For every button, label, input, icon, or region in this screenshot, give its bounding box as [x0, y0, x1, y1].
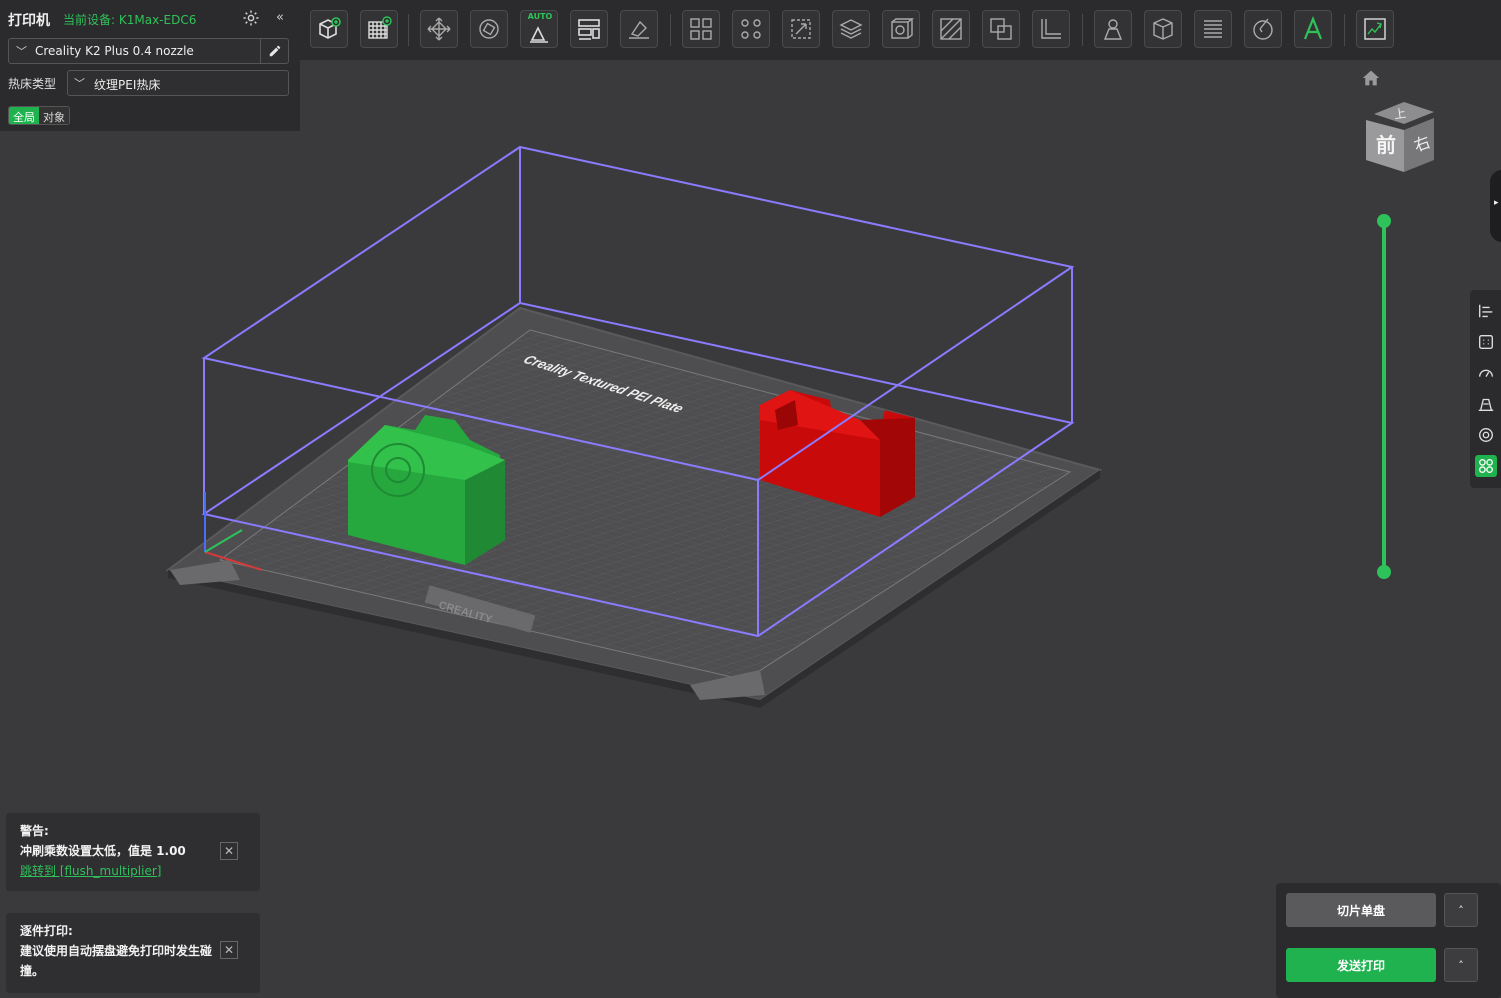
cut-icon [839, 19, 863, 39]
support-button[interactable] [1475, 393, 1497, 415]
lay-on-face-button[interactable] [620, 10, 658, 48]
add-object-button[interactable] [310, 10, 348, 48]
sequence-print-title: 逐件打印: [20, 924, 73, 938]
text-a-icon [1303, 16, 1323, 40]
sequence-print-body: 建议使用自动摆盘避免打印时发生碰撞。 [20, 944, 213, 978]
assembly-icon [1153, 18, 1173, 40]
layer-list-button[interactable] [1194, 10, 1232, 48]
layer-list-icon [1204, 20, 1222, 38]
warning-notification: 警告: 冲刷乘数设置太低，值是 1.00 跳转到 [flush_multipli… [6, 813, 260, 891]
sequence-print-notification: 逐件打印: 建议使用自动摆盘避免打印时发生碰撞。 ✕ [6, 913, 260, 993]
text-button[interactable] [1294, 10, 1332, 48]
nav-cube-front[interactable]: 前 [1376, 133, 1396, 157]
color-paint-icon [1253, 18, 1273, 40]
split-parts-icon [741, 19, 761, 39]
print-actions: 切片单盘 ˄ 发送打印 ˄ [1276, 883, 1501, 998]
clover-icon [1479, 459, 1493, 473]
nav-cube[interactable]: 上 前 右 [1364, 100, 1436, 174]
material-button[interactable] [1475, 424, 1497, 446]
boolean-icon [990, 18, 1012, 40]
move-arrows-icon [427, 17, 451, 41]
grid-select-button[interactable] [1475, 331, 1497, 353]
measure-button[interactable] [1032, 10, 1070, 48]
plate-grid-icon [368, 16, 392, 39]
printer-panel-title: 打印机 [8, 13, 50, 29]
warning-title: 警告: [20, 824, 49, 838]
scale-icon [791, 19, 811, 39]
color-paint-button[interactable] [1244, 10, 1282, 48]
split-parts-button[interactable] [732, 10, 770, 48]
lay-on-face-icon [629, 20, 649, 39]
multi-color-button[interactable] [1475, 455, 1497, 477]
close-icon[interactable]: ✕ [220, 842, 238, 860]
assembly-button[interactable] [1144, 10, 1182, 48]
emboss-button[interactable] [1094, 10, 1132, 48]
top-toolbar: AUTO [300, 0, 1501, 60]
grid-select-icon [1479, 335, 1493, 349]
side-tool-strip [1470, 290, 1501, 488]
home-icon[interactable] [1361, 69, 1381, 87]
cut-button[interactable] [832, 10, 870, 48]
auto-orient-button[interactable]: AUTO [520, 10, 558, 48]
speed-button[interactable] [1475, 362, 1497, 384]
current-device-label[interactable]: 当前设备: K1Max-EDC6 [63, 11, 196, 28]
rotate-button[interactable] [470, 10, 508, 48]
slice-options-button[interactable]: ˄ [1444, 893, 1478, 927]
send-print-button[interactable]: 发送打印 [1286, 948, 1436, 982]
emboss-icon [1103, 19, 1123, 40]
boolean-button[interactable] [982, 10, 1020, 48]
preview-toggle-button[interactable] [1356, 10, 1394, 48]
support-paint-icon [940, 18, 962, 40]
send-options-button[interactable]: ˄ [1444, 948, 1478, 982]
flush-multiplier-link[interactable]: 跳转到 [flush_multiplier] [20, 861, 246, 881]
hollow-button[interactable] [882, 10, 920, 48]
align-icon [1479, 304, 1493, 318]
arrange-button[interactable] [570, 10, 608, 48]
arrange-icon [578, 19, 600, 40]
move-button[interactable] [420, 10, 458, 48]
measure-icon [1041, 19, 1061, 39]
pencil-icon [269, 45, 280, 57]
scale-button[interactable] [782, 10, 820, 48]
add-cube-icon [319, 17, 341, 39]
gear-icon[interactable] [242, 9, 260, 27]
chevron-down-icon: ﹀ [16, 45, 27, 58]
hollow-icon [891, 18, 914, 39]
right-panel-toggle[interactable]: ▸ [1490, 170, 1501, 242]
layer-slider-bottom-handle[interactable] [1377, 565, 1391, 579]
auto-orient-icon [530, 26, 548, 43]
support-paint-button[interactable] [932, 10, 970, 48]
nav-cube-top[interactable]: 上 [1393, 106, 1407, 122]
printer-name: Creality K2 Plus 0.4 nozzle [35, 44, 194, 58]
close-icon[interactable]: ✕ [220, 941, 238, 959]
add-plate-button[interactable] [360, 10, 398, 48]
warning-body: 冲刷乘数设置太低，值是 1.00 [20, 844, 186, 858]
slice-plate-button[interactable]: 切片单盘 [1286, 893, 1436, 927]
auto-tag: AUTO [527, 12, 553, 21]
support-icon [1478, 398, 1494, 411]
layer-slider-track[interactable] [1382, 221, 1386, 573]
split-objects-button[interactable] [682, 10, 720, 48]
collapse-panel-icon[interactable]: « [276, 10, 284, 25]
preview-chart-icon [1364, 18, 1386, 40]
align-button[interactable] [1475, 300, 1497, 322]
split-objects-icon [690, 18, 712, 40]
layer-slider-top-handle[interactable] [1377, 214, 1391, 228]
build-plate: Creality Textured PEI Plate CREALITY [165, 306, 1103, 708]
rotate-icon [479, 19, 499, 39]
slicer-app: 打印机 当前设备: K1Max-EDC6 « ﹀ Creality K2 Plu… [0, 0, 1501, 998]
spool-icon [1479, 428, 1493, 442]
speedometer-icon [1479, 369, 1493, 377]
chevron-right-icon: ▸ [1494, 198, 1499, 208]
